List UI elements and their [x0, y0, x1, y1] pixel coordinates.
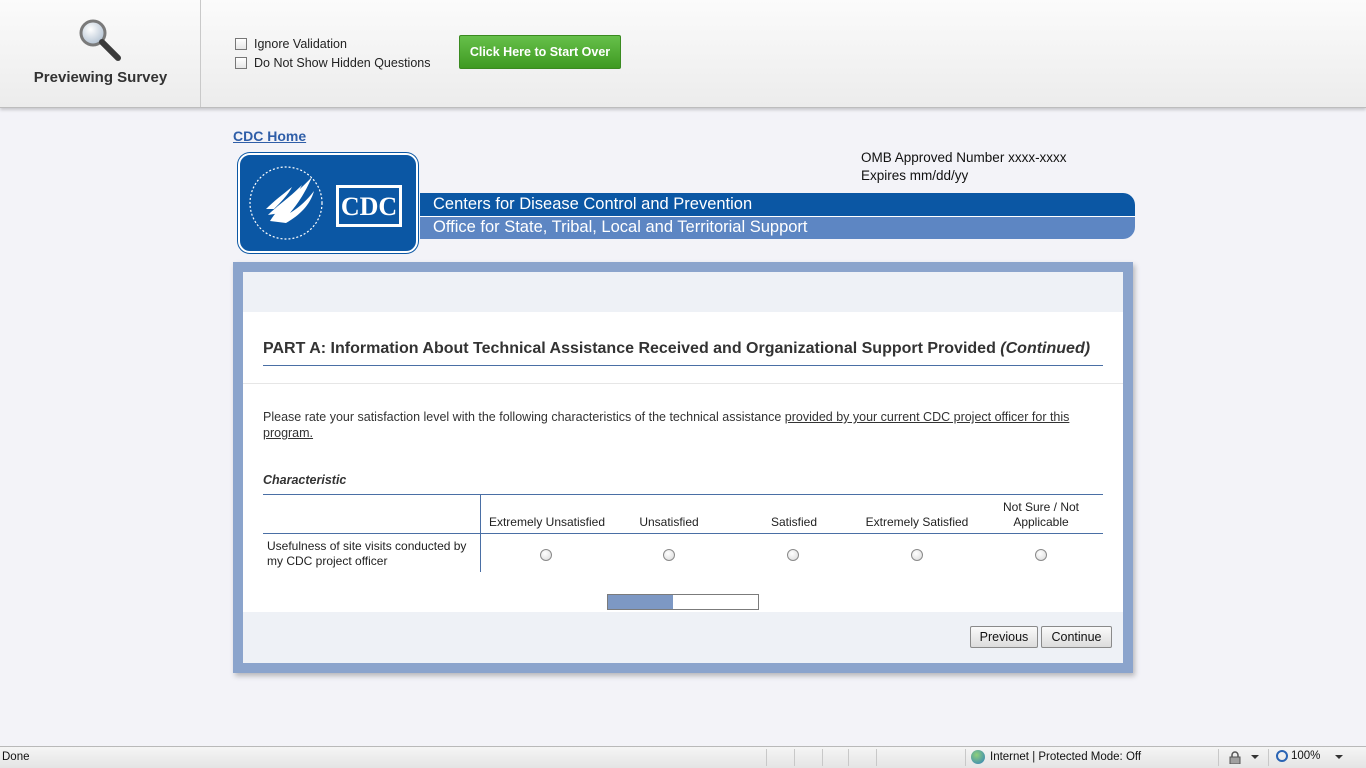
start-over-button[interactable]: Click Here to Start Over: [459, 35, 621, 69]
row-label: Usefulness of site visits conducted by m…: [267, 539, 467, 568]
status-text: Done: [2, 751, 30, 763]
magnifier-icon: [79, 19, 121, 61]
instructions-text: Please rate your satisfaction level with…: [263, 410, 785, 424]
characteristic-heading: Characteristic: [263, 473, 347, 487]
hide-hidden-questions-option[interactable]: Do Not Show Hidden Questions: [235, 56, 430, 70]
survey-progress-bar: [607, 594, 759, 610]
chevron-down-icon[interactable]: [1251, 755, 1259, 759]
cdc-logo-text: CDC: [341, 192, 397, 221]
cdc-logo: CDC: [238, 153, 418, 253]
radio-extremely-unsatisfied[interactable]: [540, 549, 552, 561]
column-header: Satisfied: [770, 515, 818, 529]
banner-cdc-name: Centers for Disease Control and Preventi…: [420, 193, 1135, 216]
omb-expiry: Expires mm/dd/yy: [861, 168, 969, 183]
rating-grid: Extremely Unsatisfied Unsatisfied Satisf…: [263, 494, 1103, 572]
continue-button[interactable]: Continue: [1041, 626, 1112, 648]
zoom-level: 100%: [1291, 750, 1321, 762]
omb-info: OMB Approved Number xxxx-xxxx Expires mm…: [861, 149, 1067, 185]
preview-title: Previewing Survey: [33, 69, 168, 86]
column-header: Not Sure / Not Applicable: [1002, 500, 1080, 529]
globe-icon: [971, 750, 985, 764]
omb-number: OMB Approved Number xxxx-xxxx: [861, 150, 1067, 165]
previous-button[interactable]: Previous: [970, 626, 1038, 648]
radio-extremely-satisfied[interactable]: [911, 549, 923, 561]
status-separator: [1268, 749, 1269, 766]
status-separator: [1218, 749, 1219, 766]
zoom-icon: [1276, 750, 1288, 762]
banner-office-name: Office for State, Tribal, Local and Terr…: [420, 216, 1135, 239]
survey-top-strip: [243, 272, 1123, 312]
radio-unsatisfied[interactable]: [663, 549, 675, 561]
grid-divider-horizontal: [263, 533, 1103, 534]
status-separator: [766, 749, 767, 766]
question-instructions: Please rate your satisfaction level with…: [263, 409, 1103, 441]
ignore-validation-label: Ignore Validation: [254, 37, 347, 51]
security-zone[interactable]: Internet | Protected Mode: Off: [971, 750, 1141, 764]
preview-title-box: Previewing Survey: [0, 0, 201, 107]
survey-panel: PART A: Information About Technical Assi…: [243, 272, 1123, 663]
lock-icon[interactable]: [1228, 751, 1242, 764]
part-title: PART A: Information About Technical Assi…: [263, 340, 1103, 366]
browser-status-bar: Done Internet | Protected Mode: Off 100%: [0, 746, 1366, 768]
hhs-eagle-icon: CDC: [249, 166, 402, 240]
column-header: Extremely Unsatisfied: [488, 515, 606, 529]
progress-fill: [608, 595, 673, 609]
part-title-suffix: (Continued): [1000, 340, 1091, 357]
section-divider: [243, 383, 1123, 384]
status-separator: [876, 749, 877, 766]
chevron-down-icon[interactable]: [1335, 755, 1343, 759]
preview-toolbar: Previewing Survey Ignore Validation Do N…: [0, 0, 1366, 108]
ignore-validation-option[interactable]: Ignore Validation: [235, 37, 347, 51]
hide-hidden-questions-checkbox[interactable]: [235, 57, 247, 69]
status-separator: [965, 749, 966, 766]
survey-frame: PART A: Information About Technical Assi…: [233, 262, 1133, 673]
ignore-validation-checkbox[interactable]: [235, 38, 247, 50]
part-title-text: PART A: Information About Technical Assi…: [263, 340, 996, 357]
column-header: Extremely Satisfied: [865, 515, 969, 529]
status-separator: [794, 749, 795, 766]
zoom-control[interactable]: 100%: [1276, 750, 1320, 762]
radio-not-sure[interactable]: [1035, 549, 1047, 561]
survey-footer: Previous Continue: [243, 612, 1123, 663]
status-separator: [822, 749, 823, 766]
status-separator: [848, 749, 849, 766]
security-zone-text: Internet | Protected Mode: Off: [990, 751, 1142, 763]
cdc-home-link[interactable]: CDC Home: [233, 128, 306, 144]
hide-hidden-questions-label: Do Not Show Hidden Questions: [254, 56, 431, 70]
column-header: Unsatisfied: [639, 515, 699, 529]
radio-satisfied[interactable]: [787, 549, 799, 561]
